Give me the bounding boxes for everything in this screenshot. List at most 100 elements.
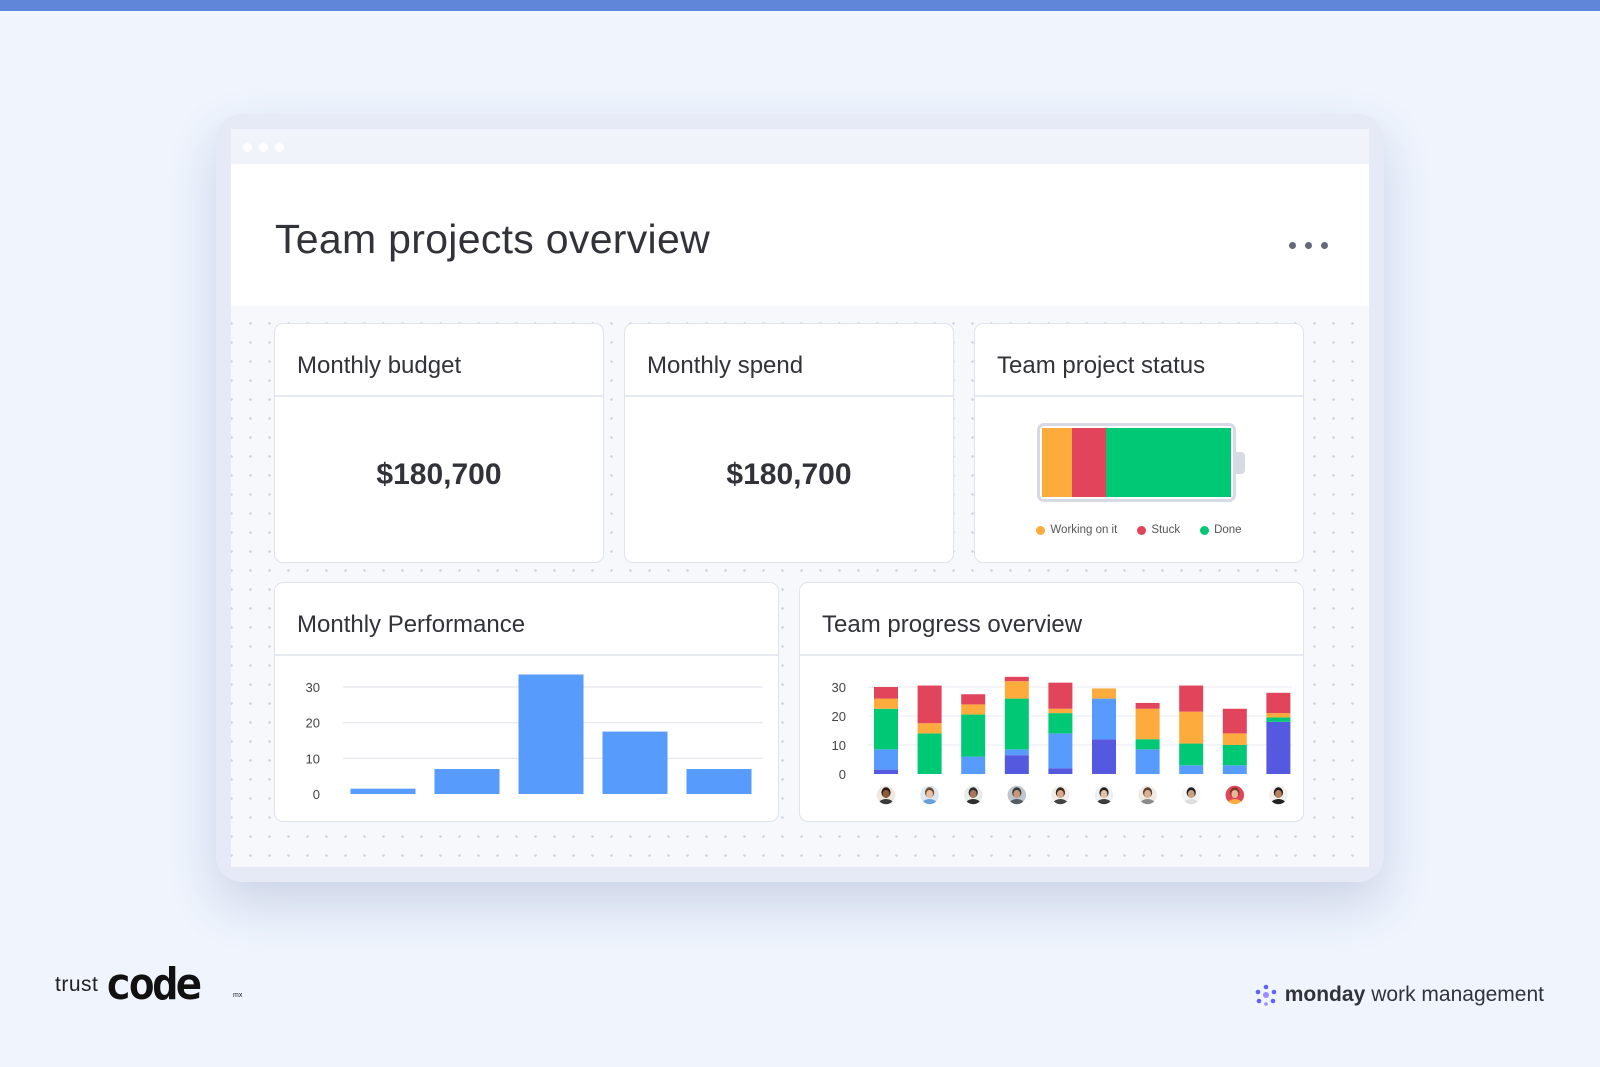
- legend-dot: [1200, 525, 1210, 535]
- progress-bar-segment[interactable]: [1048, 708, 1073, 714]
- team-member-avatar[interactable]: [962, 784, 984, 811]
- progress-bar-segment[interactable]: [1048, 682, 1073, 709]
- more-horizontal-icon: [1289, 242, 1296, 249]
- team-member-avatar[interactable]: [918, 784, 941, 811]
- progress-bar-segment[interactable]: [1048, 713, 1073, 734]
- widget-team-project-status[interactable]: Team project status Working on it Stuck Do…: [974, 323, 1304, 563]
- widget-monthly-budget[interactable]: Monthly budget $180,700: [274, 323, 604, 563]
- y-tick-label: 20: [832, 709, 846, 724]
- widget-team-progress-overview[interactable]: Team progress overview 0 10 20 30: [799, 582, 1304, 822]
- window-titlebar: [231, 129, 1369, 164]
- status-segment: [1072, 428, 1107, 497]
- progress-bar-segment[interactable]: [874, 749, 898, 770]
- widget-divider: [975, 395, 1303, 397]
- progress-bar-segment[interactable]: [961, 756, 986, 774]
- team-member-avatar[interactable]: [1224, 784, 1246, 811]
- window-dot-minimize[interactable]: [259, 143, 268, 152]
- widget-title: Monthly spend: [647, 352, 804, 379]
- progress-bar-segment[interactable]: [1222, 765, 1247, 774]
- progress-bar-segment[interactable]: [1179, 685, 1204, 712]
- status-legend: Working on it Stuck Done: [975, 524, 1303, 536]
- progress-bar-segment[interactable]: [874, 708, 898, 750]
- brand-mx-text: mx: [233, 992, 243, 999]
- widget-monthly-spend[interactable]: Monthly spend $180,700: [624, 323, 954, 563]
- performance-bar[interactable]: [434, 769, 500, 794]
- monday-work-management-logo: monday work management: [1254, 983, 1544, 1007]
- progress-bar-segment[interactable]: [961, 694, 986, 705]
- progress-bar-segment[interactable]: [1179, 765, 1204, 774]
- progress-bar-segment[interactable]: [874, 687, 898, 699]
- performance-bar[interactable]: [602, 731, 668, 794]
- budget-value: $180,700: [376, 458, 502, 491]
- team-member-avatar[interactable]: [1136, 784, 1159, 811]
- progress-bar-segment[interactable]: [1266, 721, 1291, 774]
- app-window: Team projects overview Monthly budget $1…: [231, 129, 1369, 867]
- window-dot-maximize[interactable]: [275, 143, 284, 152]
- spend-value: $180,700: [726, 458, 852, 491]
- more-options-button[interactable]: [1289, 234, 1329, 258]
- widget-title: Team project status: [997, 352, 1206, 379]
- legend-label: Done: [1214, 524, 1242, 536]
- brand-trust-text: trust: [55, 973, 99, 996]
- y-tick-label: 10: [832, 738, 846, 753]
- progress-bar-segment[interactable]: [1004, 755, 1029, 774]
- progress-bar-segment[interactable]: [1222, 733, 1247, 745]
- team-progress-chart: 0 10 20 30: [832, 676, 1292, 811]
- team-member-avatar[interactable]: [1006, 784, 1028, 811]
- widget-divider: [275, 395, 603, 397]
- progress-bar-segment[interactable]: [1135, 708, 1160, 740]
- progress-bar-segment[interactable]: [1092, 688, 1116, 699]
- brand-work-management-text: work management: [1371, 983, 1544, 1006]
- progress-bar-segment[interactable]: [1266, 713, 1291, 718]
- progress-bar-segment[interactable]: [874, 769, 898, 774]
- progress-bar-segment[interactable]: [961, 714, 986, 757]
- progress-bar-segment[interactable]: [1092, 698, 1116, 740]
- progress-bar-segment[interactable]: [1004, 749, 1029, 756]
- performance-bar[interactable]: [350, 788, 416, 794]
- team-member-avatar[interactable]: [875, 784, 897, 811]
- trustcode-logo: trust code mx: [55, 962, 242, 1010]
- performance-bar[interactable]: [686, 769, 752, 794]
- team-member-avatar[interactable]: [1180, 784, 1202, 811]
- performance-bar[interactable]: [518, 674, 584, 794]
- progress-bar-segment[interactable]: [1266, 692, 1291, 714]
- app-window-frame: Team projects overview Monthly budget $1…: [216, 114, 1384, 882]
- widget-monthly-performance[interactable]: Monthly Performance 0 10 20 30: [274, 582, 779, 822]
- more-dot: [1305, 242, 1312, 249]
- window-dot-close[interactable]: [243, 143, 252, 152]
- progress-bar-segment[interactable]: [1179, 743, 1204, 766]
- status-segment: [1042, 428, 1073, 497]
- y-tick-label: 0: [839, 767, 846, 782]
- progress-bar-segment[interactable]: [917, 685, 942, 724]
- progress-bar-segment[interactable]: [1092, 739, 1116, 774]
- progress-bar-segment[interactable]: [1004, 698, 1029, 750]
- progress-bar-segment[interactable]: [917, 733, 942, 774]
- progress-bar-segment[interactable]: [917, 723, 942, 734]
- progress-bar-segment[interactable]: [1048, 733, 1073, 769]
- progress-bar-segment[interactable]: [1135, 702, 1160, 709]
- progress-bar-segment[interactable]: [1222, 745, 1247, 766]
- status-battery: [1037, 423, 1236, 502]
- progress-bar-segment[interactable]: [1048, 768, 1073, 774]
- team-member-avatar[interactable]: [1093, 784, 1115, 811]
- progress-bar-segment[interactable]: [1222, 708, 1247, 734]
- dashboard-header: Team projects overview: [231, 164, 1369, 306]
- y-tick-label: 0: [313, 787, 320, 802]
- progress-bar-segment[interactable]: [1266, 717, 1291, 722]
- progress-bar-segment[interactable]: [874, 698, 898, 709]
- progress-bar-segment[interactable]: [1135, 749, 1160, 774]
- progress-bar-segment[interactable]: [961, 704, 986, 715]
- brand-monday-text: monday: [1284, 983, 1366, 1006]
- legend-item: Done: [1200, 524, 1242, 536]
- progress-bar-segment[interactable]: [1004, 681, 1029, 699]
- y-tick-label: 10: [306, 751, 320, 766]
- progress-bar-segment[interactable]: [1135, 739, 1160, 750]
- team-member-avatar[interactable]: [1267, 784, 1290, 811]
- progress-bar-segment[interactable]: [1179, 711, 1204, 744]
- status-segment: [1106, 428, 1231, 497]
- progress-bar-segment[interactable]: [1004, 676, 1029, 682]
- legend-label: Working on it: [1050, 524, 1118, 536]
- monday-logo-icon: [1255, 984, 1277, 1006]
- team-member-avatar[interactable]: [1049, 784, 1072, 811]
- y-tick-label: 30: [306, 680, 320, 695]
